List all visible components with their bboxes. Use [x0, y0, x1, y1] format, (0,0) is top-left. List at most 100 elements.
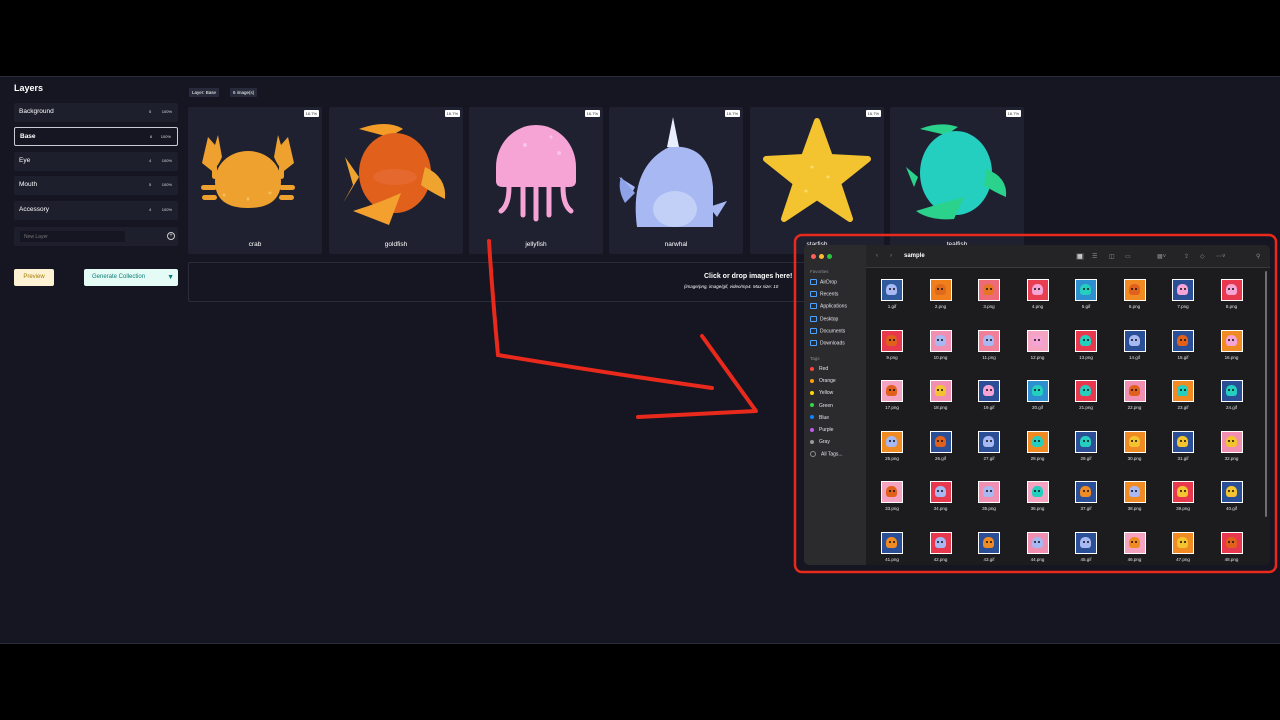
file-name[interactable]: 1.gif: [872, 304, 912, 309]
file-name[interactable]: 15.gif: [1163, 355, 1203, 360]
add-layer-icon[interactable]: +: [167, 232, 175, 240]
generate-collection-button[interactable]: Generate Collection ▼: [84, 269, 178, 286]
more-actions-icon[interactable]: ⋯˅: [1216, 253, 1226, 260]
file-name[interactable]: 46.png: [1115, 557, 1155, 562]
list-view-icon[interactable]: ☰: [1092, 253, 1097, 260]
file-thumbnail[interactable]: [1220, 481, 1243, 503]
tile-starfish[interactable]: 16.7% starfish: [750, 107, 884, 254]
file-name[interactable]: 8.png: [1212, 304, 1252, 309]
tile-goldfish[interactable]: 16.7% goldfish: [329, 107, 463, 254]
file-name[interactable]: 42.png: [921, 557, 961, 562]
file-thumbnail[interactable]: [1220, 531, 1243, 554]
file-name[interactable]: 36.png: [1018, 506, 1058, 511]
file-thumbnail[interactable]: [881, 380, 903, 402]
file-thumbnail[interactable]: [929, 279, 952, 301]
file-thumbnail[interactable]: [929, 430, 952, 453]
close-icon[interactable]: [811, 254, 816, 259]
file-thumbnail[interactable]: [1220, 380, 1243, 402]
file-thumbnail[interactable]: [929, 531, 952, 554]
file-name[interactable]: 40.gif: [1212, 506, 1252, 511]
file-name[interactable]: 41.png: [872, 557, 912, 562]
tile-tealfish[interactable]: 16.7% tealfish: [890, 107, 1024, 254]
file-name[interactable]: 39.png: [1163, 506, 1203, 511]
tag-item-gray[interactable]: Gray: [810, 439, 830, 445]
file-thumbnail[interactable]: [1123, 481, 1146, 503]
file-thumbnail[interactable]: [1026, 380, 1049, 402]
file-thumbnail[interactable]: [929, 329, 952, 352]
file-thumbnail[interactable]: [1220, 430, 1243, 453]
file-name[interactable]: 43.gif: [969, 557, 1009, 562]
tile-narwhal[interactable]: 16.7% narwhal: [609, 107, 743, 254]
file-thumbnail[interactable]: [1075, 380, 1097, 402]
search-icon[interactable]: ⚲: [1256, 253, 1260, 260]
file-thumbnail[interactable]: [1172, 279, 1194, 301]
file-thumbnail[interactable]: [1172, 430, 1194, 453]
file-thumbnail[interactable]: [1172, 481, 1194, 503]
file-thumbnail[interactable]: [881, 531, 903, 554]
file-name[interactable]: 6.png: [1115, 304, 1155, 309]
file-thumbnail[interactable]: [1075, 531, 1097, 554]
file-thumbnail[interactable]: [978, 329, 1000, 352]
file-name[interactable]: 19.gif: [969, 405, 1009, 410]
file-thumbnail[interactable]: [881, 279, 903, 301]
file-name[interactable]: 28.png: [1018, 456, 1058, 461]
column-view-icon[interactable]: ◫: [1109, 253, 1115, 260]
forward-icon[interactable]: ›: [890, 253, 892, 259]
group-icon[interactable]: ▦˅: [1157, 253, 1166, 260]
file-name[interactable]: 4.png: [1018, 304, 1058, 309]
file-name[interactable]: 38.png: [1115, 506, 1155, 511]
file-name[interactable]: 5.gif: [1066, 304, 1106, 309]
file-name[interactable]: 16.png: [1212, 355, 1252, 360]
file-thumbnail[interactable]: [1075, 279, 1097, 301]
file-thumbnail[interactable]: [1123, 430, 1146, 453]
file-thumbnail[interactable]: [978, 531, 1000, 554]
file-name[interactable]: 32.png: [1212, 456, 1252, 461]
file-thumbnail[interactable]: [1123, 279, 1146, 301]
layer-item-eye[interactable]: Eye 4 100%: [14, 152, 178, 171]
file-name[interactable]: 33.png: [872, 506, 912, 511]
file-name[interactable]: 30.png: [1115, 456, 1155, 461]
file-thumbnail[interactable]: [1172, 329, 1194, 352]
file-thumbnail[interactable]: [1172, 531, 1194, 554]
file-name[interactable]: 21.png: [1066, 405, 1106, 410]
file-thumbnail[interactable]: [1172, 380, 1194, 402]
icon-view-icon[interactable]: ▦: [1076, 253, 1084, 260]
back-icon[interactable]: ‹: [876, 253, 878, 259]
sidebar-item-desktop[interactable]: Desktop: [810, 315, 838, 322]
file-name[interactable]: 17.png: [872, 405, 912, 410]
tag-item-alltags[interactable]: All Tags...: [810, 451, 843, 458]
file-thumbnail[interactable]: [978, 430, 1000, 453]
layer-item-background[interactable]: Background 5 100%: [14, 103, 178, 122]
file-name[interactable]: 34.png: [921, 506, 961, 511]
file-name[interactable]: 11.png: [969, 355, 1009, 360]
sidebar-item-applications[interactable]: Applications: [810, 303, 847, 310]
minimize-icon[interactable]: [819, 254, 824, 259]
file-name[interactable]: 13.png: [1066, 355, 1106, 360]
sidebar-item-recents[interactable]: Recents: [810, 291, 838, 298]
sidebar-item-airdrop[interactable]: AirDrop: [810, 279, 837, 285]
file-thumbnail[interactable]: [881, 430, 903, 453]
file-thumbnail[interactable]: [1075, 329, 1097, 352]
zoom-icon[interactable]: [827, 254, 832, 259]
tag-item-orange[interactable]: Orange: [810, 378, 836, 384]
layer-item-accessory[interactable]: Accessory 4 100%: [14, 201, 178, 220]
file-name[interactable]: 26.gif: [921, 456, 961, 461]
file-name[interactable]: 27.gif: [969, 456, 1009, 461]
file-thumbnail[interactable]: [1075, 430, 1097, 453]
share-icon[interactable]: ⇪: [1184, 253, 1189, 260]
tile-jellyfish[interactable]: 16.7% jellyfish: [469, 107, 603, 254]
layer-item-base[interactable]: Base 6 100%: [14, 127, 178, 146]
file-thumbnail[interactable]: [1123, 380, 1146, 402]
file-name[interactable]: 9.png: [872, 355, 912, 360]
tag-item-green[interactable]: Green: [810, 403, 833, 409]
file-name[interactable]: 14.gif: [1115, 355, 1155, 360]
file-name[interactable]: 20.gif: [1018, 405, 1058, 410]
file-name[interactable]: 24.gif: [1212, 405, 1252, 410]
sidebar-item-documents[interactable]: Documents: [810, 327, 845, 334]
file-thumbnail[interactable]: [929, 380, 952, 402]
file-thumbnail[interactable]: [1026, 531, 1049, 554]
tag-icon[interactable]: ◇: [1200, 253, 1205, 260]
file-name[interactable]: 31.gif: [1163, 456, 1203, 461]
scrollbar[interactable]: [1265, 271, 1267, 517]
file-thumbnail[interactable]: [1026, 481, 1049, 503]
